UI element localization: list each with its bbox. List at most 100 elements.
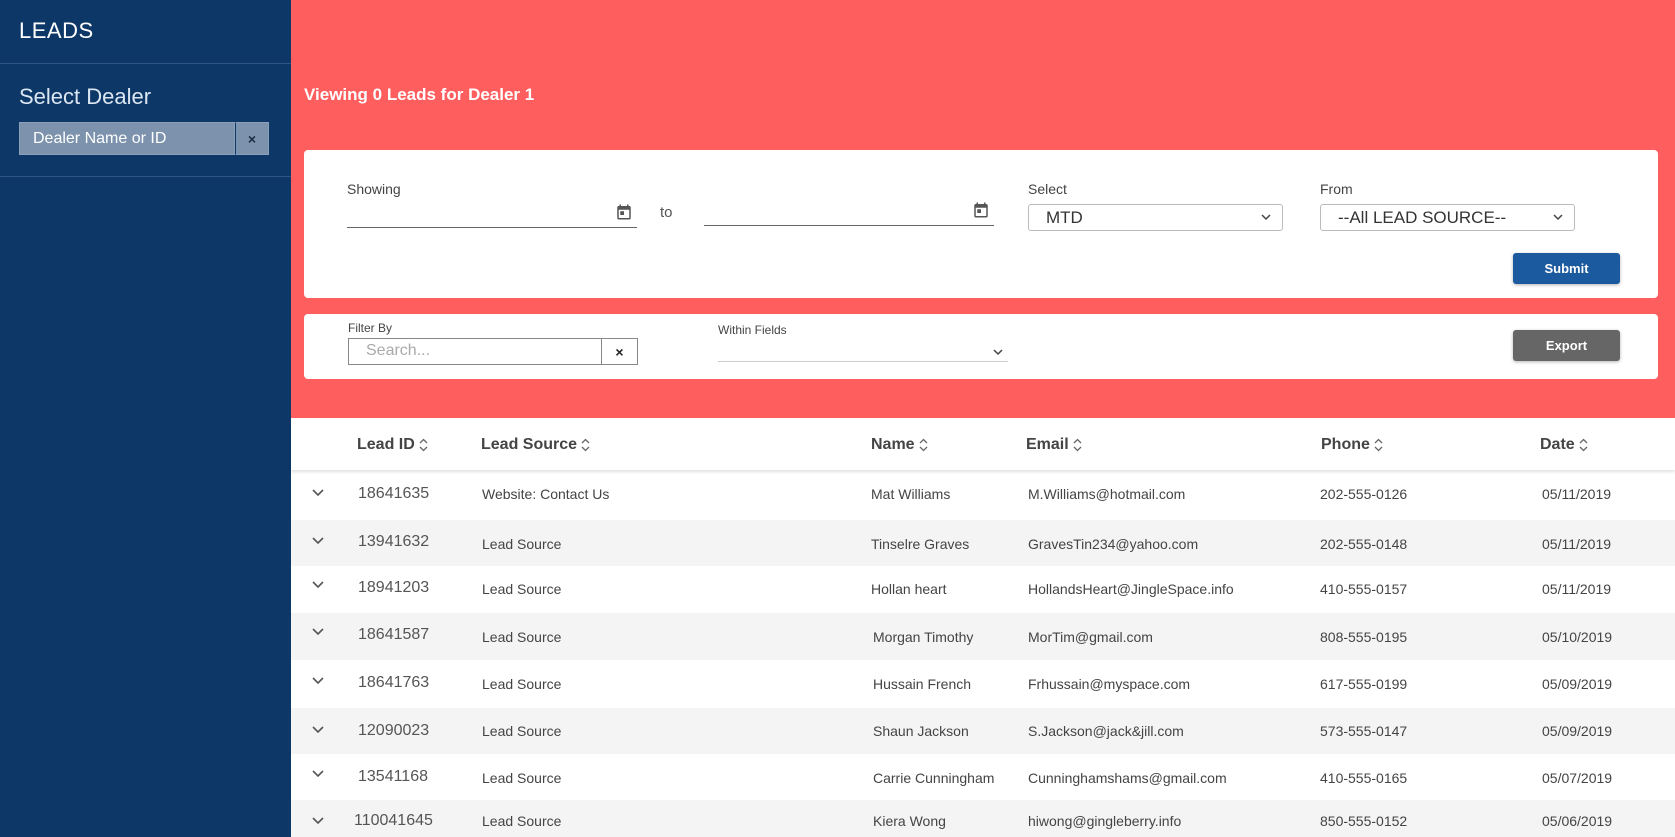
cell-phone: 850-555-0152 (1320, 813, 1408, 829)
cell-phone: 202-555-0126 (1320, 486, 1408, 502)
showing-label: Showing (347, 181, 401, 197)
calendar-icon[interactable] (972, 201, 990, 219)
cell-name: Kiera Wong (873, 813, 946, 829)
chevron-down-icon[interactable] (311, 627, 325, 637)
cell-date: 05/07/2019 (1542, 770, 1613, 786)
th-email-label: Email (1026, 436, 1069, 453)
date-range-card: Showing to Select MTD From --All LEAD SO… (304, 150, 1658, 298)
search-input[interactable]: Search... (348, 338, 602, 365)
sort-icon (919, 438, 928, 452)
chevron-down-icon (1261, 214, 1271, 221)
sort-icon (1374, 438, 1383, 452)
cell-email: hiwong@gingleberry.info (1028, 813, 1182, 829)
cell-lead-id: 110041645 (354, 812, 433, 829)
cell-name: Hussain French (873, 676, 972, 692)
cell-date: 05/09/2019 (1542, 723, 1613, 739)
cell-date: 05/11/2019 (1542, 536, 1612, 552)
search-group: Search... × (348, 338, 638, 365)
cell-name: Shaun Jackson (873, 723, 969, 739)
close-icon: × (615, 343, 624, 360)
cell-lead-source: Lead Source (482, 723, 562, 739)
lead-source-select[interactable]: --All LEAD SOURCE-- (1320, 204, 1575, 231)
dealer-section: Select Dealer Dealer Name or ID × (0, 64, 291, 177)
cell-lead-source: Lead Source (482, 536, 562, 552)
chevron-down-icon[interactable] (311, 676, 325, 686)
cell-phone: 410-555-0157 (1320, 581, 1408, 597)
table-header: Lead ID Lead Source Name Email Phone Dat… (291, 418, 1675, 470)
cell-phone: 573-555-0147 (1320, 723, 1408, 739)
table-row[interactable]: 110041645 Lead Source Kiera Wong hiwong@… (291, 800, 1675, 837)
filter-by-label: Filter By (348, 321, 393, 335)
cell-date: 05/11/2019 (1542, 486, 1612, 502)
sort-icon (419, 438, 428, 452)
th-date-label: Date (1540, 436, 1575, 453)
sort-icon (581, 438, 590, 452)
main-header-area: Viewing 0 Leads for Dealer 1 Showing to … (291, 0, 1675, 418)
cell-phone: 617-555-0199 (1320, 676, 1408, 692)
chevron-down-icon[interactable] (311, 580, 325, 590)
cell-email: HollandsHeart@JingleSpace.info (1028, 581, 1234, 597)
chevron-down-icon[interactable] (311, 769, 325, 779)
th-phone-label: Phone (1321, 436, 1370, 453)
close-icon: × (247, 130, 257, 147)
from-label: From (1320, 181, 1353, 197)
table-row[interactable]: 18641635 Website: Contact Us Mat William… (291, 470, 1675, 520)
cell-phone: 202-555-0148 (1320, 536, 1408, 552)
table-row[interactable]: 13941632 Lead Source Tinselre Graves Gra… (291, 520, 1675, 566)
chevron-down-icon[interactable] (311, 816, 325, 826)
export-button[interactable]: Export (1513, 330, 1620, 361)
chevron-down-icon[interactable] (311, 488, 325, 498)
dealer-clear-button[interactable]: × (235, 122, 269, 155)
cell-phone: 808-555-0195 (1320, 629, 1408, 645)
table-row[interactable]: 18941203 Lead Source Hollan heart Hollan… (291, 566, 1675, 613)
submit-button[interactable]: Submit (1513, 253, 1620, 284)
th-name[interactable]: Name (871, 436, 928, 454)
th-email[interactable]: Email (1026, 436, 1082, 454)
leads-table: Lead ID Lead Source Name Email Phone Dat… (291, 418, 1675, 837)
table-row[interactable]: 13541168 Lead Source Carrie Cunningham C… (291, 754, 1675, 800)
cell-lead-source: Website: Contact Us (482, 486, 610, 502)
start-date-input[interactable] (347, 198, 637, 228)
cell-lead-id: 18641763 (358, 674, 430, 691)
chevron-down-icon[interactable] (311, 725, 325, 735)
table-row[interactable]: 12090023 Lead Source Shaun Jackson S.Jac… (291, 708, 1675, 754)
period-select-value: MTD (1046, 208, 1083, 227)
cell-lead-source: Lead Source (482, 813, 562, 829)
th-lead-id[interactable]: Lead ID (357, 436, 428, 454)
table-row[interactable]: 18641763 Lead Source Hussain French Frhu… (291, 660, 1675, 708)
cell-lead-source: Lead Source (482, 770, 562, 786)
search-clear-button[interactable]: × (602, 338, 638, 365)
cell-name: Tinselre Graves (871, 536, 970, 552)
calendar-icon[interactable] (615, 203, 633, 221)
filter-card: Filter By Search... × Within Fields Expo… (304, 314, 1658, 379)
table-row[interactable]: 18641587 Lead Source Morgan Timothy MorT… (291, 613, 1675, 660)
sidebar: LEADS Select Dealer Dealer Name or ID × (0, 0, 291, 837)
cell-lead-id: 12090023 (358, 722, 430, 739)
cell-name: Mat Williams (871, 486, 951, 502)
cell-lead-source: Lead Source (482, 629, 562, 645)
sort-icon (1073, 438, 1082, 452)
chevron-down-icon[interactable] (311, 536, 325, 546)
th-lead-source-label: Lead Source (481, 436, 578, 453)
within-fields-select[interactable] (718, 340, 1008, 362)
cell-name: Morgan Timothy (873, 629, 974, 645)
within-fields-label: Within Fields (718, 323, 787, 337)
dealer-input[interactable]: Dealer Name or ID (19, 122, 235, 155)
period-select[interactable]: MTD (1028, 204, 1283, 231)
select-dealer-label: Select Dealer (19, 84, 152, 109)
end-date-input[interactable] (704, 196, 994, 226)
cell-date: 05/06/2019 (1542, 813, 1613, 829)
th-name-label: Name (871, 436, 915, 453)
cell-date: 05/09/2019 (1542, 676, 1613, 692)
th-lead-source[interactable]: Lead Source (481, 436, 590, 454)
cell-email: GravesTin234@yahoo.com (1028, 536, 1199, 552)
sort-icon (1579, 438, 1588, 452)
cell-phone: 410-555-0165 (1320, 770, 1408, 786)
viewing-title: Viewing 0 Leads for Dealer 1 (304, 85, 535, 104)
lead-source-select-value: --All LEAD SOURCE-- (1338, 208, 1507, 227)
th-phone[interactable]: Phone (1321, 436, 1383, 454)
cell-name: Carrie Cunningham (873, 770, 995, 786)
th-date[interactable]: Date (1540, 436, 1588, 454)
cell-lead-id: 13541168 (358, 768, 428, 785)
cell-email: S.Jackson@jack&jill.com (1028, 723, 1184, 739)
